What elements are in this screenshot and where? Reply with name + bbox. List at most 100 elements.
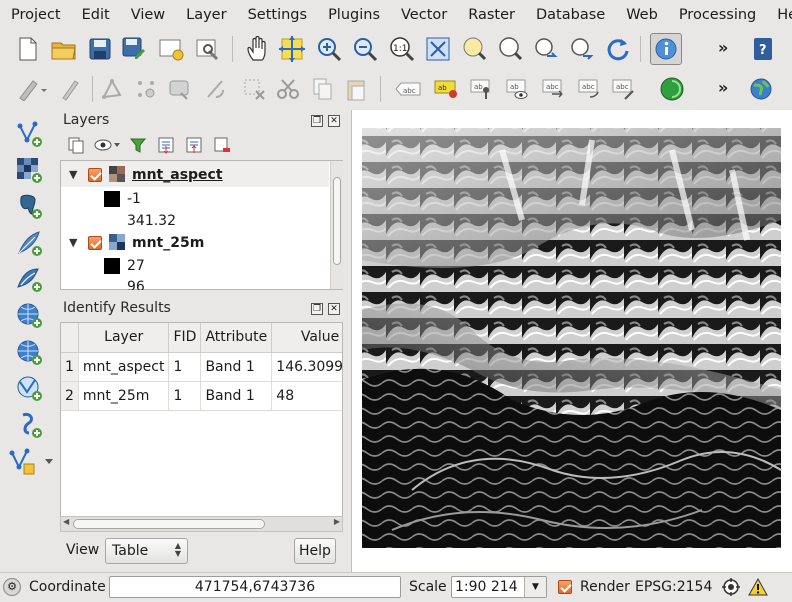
column-header-fid[interactable]: FID [168, 323, 202, 353]
map-canvas[interactable] [351, 110, 792, 572]
pin-labels-icon[interactable]: ab [466, 73, 498, 105]
expand-arrow-icon[interactable]: ▼ [69, 168, 77, 181]
column-header-layer[interactable]: Layer [78, 323, 170, 353]
messages-icon[interactable]: ⚙ [3, 578, 21, 596]
table-row[interactable]: 2 mnt_25m 1 Band 1 48 [61, 381, 342, 411]
table-row[interactable]: 1 mnt_aspect 1 Band 1 146.30993 [61, 352, 342, 382]
tree-scroll-thumb[interactable] [333, 177, 341, 265]
move-label-icon[interactable]: abc [538, 73, 570, 105]
zoom-out-icon[interactable] [349, 33, 381, 65]
pan-to-selection-icon[interactable] [276, 33, 308, 65]
layer-name-mnt-aspect[interactable]: mnt_aspect [132, 167, 223, 183]
add-postgis-layer-icon[interactable] [12, 189, 46, 223]
zoom-last-icon[interactable] [530, 33, 562, 65]
move-feature-icon[interactable] [130, 73, 162, 105]
pan-map-icon[interactable] [242, 33, 274, 65]
toolbar-overflow-2[interactable]: » [718, 78, 728, 97]
layer-checkbox-mnt-aspect[interactable] [88, 168, 102, 182]
change-label-icon[interactable]: abc [608, 73, 640, 105]
add-delimited-text-layer-icon[interactable] [12, 408, 46, 442]
identify-float-button[interactable]: ❐ [311, 303, 323, 315]
help-button[interactable]: Help [294, 538, 336, 564]
column-header-value[interactable]: Value [271, 323, 342, 353]
help-contents-icon[interactable]: ? [747, 33, 779, 65]
zoom-next-icon[interactable] [566, 33, 598, 65]
add-wms-layer-icon[interactable] [12, 298, 46, 332]
add-raster-layer-icon[interactable] [12, 153, 46, 187]
highlight-pinned-labels-icon[interactable]: ab [430, 73, 462, 105]
show-hide-labels-icon[interactable]: ab [502, 73, 534, 105]
new-project-icon[interactable] [12, 33, 44, 65]
add-wcs-layer-icon[interactable] [12, 335, 46, 369]
cut-features-icon[interactable] [272, 73, 304, 105]
new-print-composer-icon[interactable] [155, 33, 187, 65]
filter-legend-icon[interactable] [126, 133, 150, 157]
grass-tools-icon[interactable] [656, 73, 688, 105]
menu-processing[interactable]: Processing [679, 7, 756, 23]
web-globe-icon[interactable] [745, 73, 777, 105]
expand-arrow-icon[interactable]: ▼ [69, 236, 77, 249]
new-layer-dropdown-icon[interactable] [6, 444, 54, 478]
view-mode-select[interactable]: Table ▲ ▼ [105, 538, 188, 564]
remove-layer-icon[interactable] [210, 133, 234, 157]
collapse-all-icon[interactable] [182, 133, 206, 157]
menu-raster[interactable]: Raster [468, 7, 515, 23]
manage-visibility-icon[interactable] [92, 133, 122, 157]
crs-status-icon[interactable] [722, 578, 740, 596]
open-project-icon[interactable] [48, 33, 80, 65]
toggle-editing-icon[interactable] [54, 73, 86, 105]
layers-float-button[interactable]: ❐ [311, 115, 323, 127]
layer-name-mnt-25m[interactable]: mnt_25m [132, 235, 204, 251]
menu-edit[interactable]: Edit [82, 7, 110, 23]
node-tool-icon[interactable] [164, 73, 196, 105]
rotate-point-symbols-icon[interactable] [200, 73, 232, 105]
zoom-native-icon[interactable]: 1:1 [386, 33, 418, 65]
render-checkbox[interactable] [558, 580, 572, 594]
label-tool-icon[interactable]: abc [392, 73, 424, 105]
save-project-icon[interactable] [84, 33, 116, 65]
zoom-to-selection-icon[interactable] [494, 33, 526, 65]
add-feature-icon[interactable] [96, 73, 128, 105]
rotate-label-icon[interactable]: abc [574, 73, 606, 105]
menu-web[interactable]: Web [626, 7, 658, 23]
toolbar-overflow-1[interactable]: » [718, 38, 728, 57]
column-header-attribute[interactable]: Attribute [200, 323, 273, 353]
tree-scrollbar[interactable] [330, 161, 343, 289]
h-scroll-thumb[interactable] [73, 519, 265, 529]
refresh-icon[interactable] [602, 33, 634, 65]
digitize-dropdown-icon[interactable] [16, 73, 48, 105]
zoom-full-icon[interactable] [422, 33, 454, 65]
add-group-icon[interactable] [64, 133, 88, 157]
zoom-in-icon[interactable] [313, 33, 345, 65]
coordinate-field[interactable]: 471754,6743736 [109, 576, 401, 598]
menu-settings[interactable]: Settings [248, 7, 307, 23]
scale-combobox[interactable]: 1:90 214 ▼ [451, 576, 547, 598]
add-mssql-layer-icon[interactable] [12, 262, 46, 296]
menu-database[interactable]: Database [536, 7, 605, 23]
add-spatialite-layer-icon[interactable] [12, 226, 46, 260]
crs-button[interactable]: EPSG:2154 [635, 579, 715, 595]
menu-project[interactable]: Project [11, 7, 61, 23]
delete-selected-icon[interactable] [238, 73, 270, 105]
add-vector-layer-icon[interactable] [12, 117, 46, 151]
layers-close-button[interactable]: ✕ [328, 115, 340, 127]
menu-help[interactable]: Help [777, 7, 792, 23]
identify-close-button[interactable]: ✕ [328, 303, 340, 315]
add-wfs-layer-icon[interactable] [12, 371, 46, 405]
save-as-icon[interactable] [118, 33, 150, 65]
copy-features-icon[interactable] [306, 73, 338, 105]
menu-plugins[interactable]: Plugins [328, 7, 380, 23]
menu-vector[interactable]: Vector [401, 7, 447, 23]
scroll-right-arrow[interactable]: ▶ [334, 517, 340, 526]
menu-view[interactable]: View [131, 7, 165, 23]
paste-features-icon[interactable] [340, 73, 372, 105]
zoom-to-layer-icon[interactable] [458, 33, 490, 65]
layer-checkbox-mnt-25m[interactable] [88, 236, 102, 250]
composer-manager-icon[interactable] [192, 33, 224, 65]
expand-all-icon[interactable] [154, 133, 178, 157]
chevron-down-icon[interactable]: ▼ [524, 577, 546, 597]
identify-features-icon[interactable] [650, 33, 682, 65]
map-raster-render[interactable] [352, 110, 792, 572]
menu-layer[interactable]: Layer [186, 7, 226, 23]
scroll-left-arrow[interactable]: ◀ [63, 517, 69, 526]
